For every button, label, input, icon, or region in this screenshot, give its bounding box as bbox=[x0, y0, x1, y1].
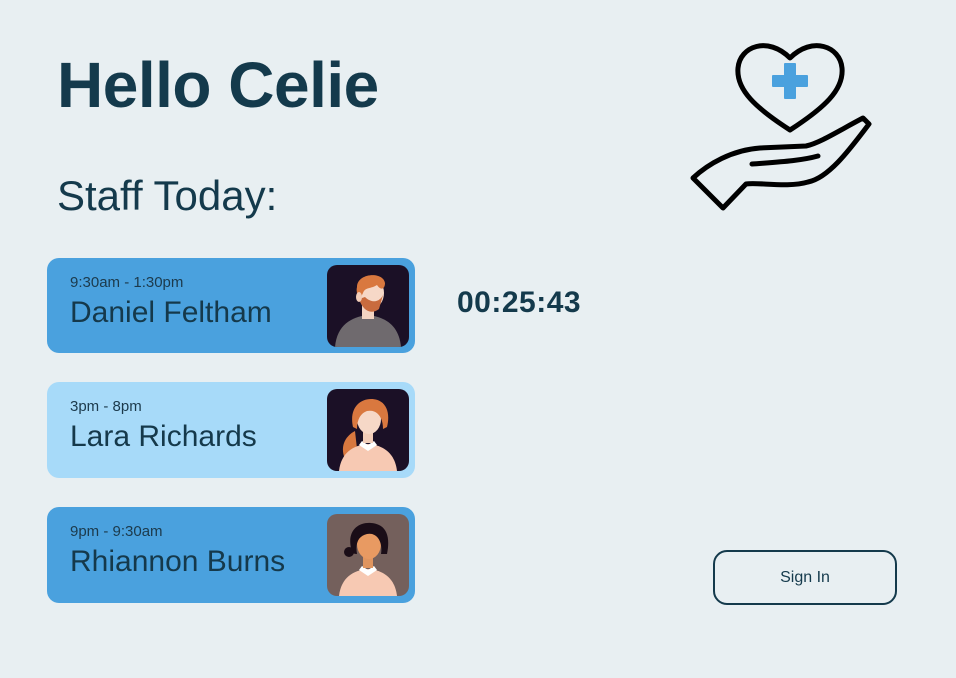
staff-name: Daniel Feltham bbox=[70, 296, 272, 329]
staff-card-daniel-feltham[interactable]: 9:30am - 1:30pm Daniel Feltham bbox=[47, 258, 415, 353]
staff-shift-time: 9pm - 9:30am bbox=[70, 523, 163, 540]
sign-in-button[interactable]: Sign In bbox=[713, 550, 897, 605]
staff-card-rhiannon-burns[interactable]: 9pm - 9:30am Rhiannon Burns bbox=[47, 507, 415, 603]
woman-dark-hair-avatar bbox=[327, 514, 409, 596]
man-beard-avatar bbox=[327, 265, 409, 347]
woman-ginger-hair-avatar bbox=[327, 389, 409, 471]
staff-name: Rhiannon Burns bbox=[70, 545, 286, 578]
staff-name: Lara Richards bbox=[70, 420, 257, 453]
staff-heading: Staff Today: bbox=[57, 172, 278, 219]
staff-card-lara-richards[interactable]: 3pm - 8pm Lara Richards bbox=[47, 382, 415, 478]
greeting-title: Hello Celie bbox=[57, 49, 379, 121]
staff-shift-time: 9:30am - 1:30pm bbox=[70, 274, 184, 291]
elapsed-timer: 00:25:43 bbox=[457, 286, 582, 319]
staff-shift-time: 3pm - 8pm bbox=[70, 398, 142, 415]
heart-hand-care-icon bbox=[688, 28, 876, 216]
